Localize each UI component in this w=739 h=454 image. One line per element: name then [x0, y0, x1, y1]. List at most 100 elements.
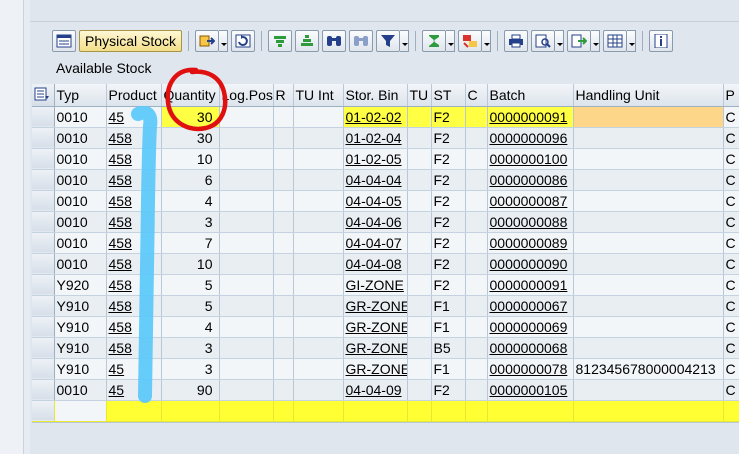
- row-selector[interactable]: [32, 190, 55, 212]
- row-selector[interactable]: [32, 274, 55, 296]
- empty-cell[interactable]: [407, 400, 432, 422]
- cell-stor-bin[interactable]: GI-ZONE: [343, 274, 408, 296]
- cell-stor-bin[interactable]: GR-ZONE: [343, 358, 408, 380]
- subtotal-button[interactable]: [458, 30, 483, 52]
- table-row[interactable]: Y910 458 4 GR-ZONE F1 0000000069 C: [32, 316, 739, 338]
- print-preview-button[interactable]: [531, 30, 556, 52]
- table-row[interactable]: Y910 458 3 GR-ZONE B5 0000000068 C: [32, 337, 739, 359]
- cell-product[interactable]: 458: [106, 337, 162, 359]
- row-selector[interactable]: [32, 127, 55, 149]
- table-row[interactable]: 0010 458 4 04-04-05 F2 0000000087 C: [32, 190, 739, 212]
- export-button[interactable]: [195, 30, 220, 52]
- cell-batch[interactable]: 0000000096: [487, 127, 574, 149]
- empty-cell[interactable]: [293, 400, 344, 422]
- cell-batch[interactable]: 0000000088: [487, 211, 574, 233]
- cell-product[interactable]: 458: [106, 211, 162, 233]
- cell-stor-bin[interactable]: 01-02-05: [343, 148, 408, 170]
- layout-button[interactable]: [52, 30, 76, 52]
- row-selector[interactable]: [32, 316, 55, 338]
- cell-product[interactable]: 458: [106, 169, 162, 191]
- cell-stor-bin[interactable]: 01-02-02: [343, 106, 408, 128]
- cell-stor-bin[interactable]: GR-ZONE: [343, 337, 408, 359]
- empty-cell[interactable]: [465, 400, 488, 422]
- filter-button[interactable]: [376, 30, 401, 52]
- col-header-product[interactable]: Product: [106, 84, 162, 107]
- cell-stor-bin[interactable]: 04-04-04: [343, 169, 408, 191]
- col-header-stor-bin[interactable]: Stor. Bin: [343, 84, 408, 107]
- cell-batch[interactable]: 0000000067: [487, 295, 574, 317]
- table-row[interactable]: 0010 458 7 04-04-07 F2 0000000089 C: [32, 232, 739, 254]
- table-row[interactable]: Y920 458 5 GI-ZONE F2 0000000091 C: [32, 274, 739, 296]
- col-header-tu[interactable]: TU: [407, 84, 432, 107]
- row-selector[interactable]: [32, 253, 55, 275]
- cell-batch[interactable]: 0000000089: [487, 232, 574, 254]
- empty-cell[interactable]: [343, 400, 408, 422]
- cell-product[interactable]: 45: [106, 106, 162, 128]
- print-button[interactable]: [504, 30, 529, 52]
- table-row[interactable]: 0010 458 6 04-04-04 F2 0000000086 C: [32, 169, 739, 191]
- print-preview-dropdown[interactable]: [555, 30, 565, 52]
- table-row-empty[interactable]: [32, 400, 739, 422]
- cell-product[interactable]: 45: [106, 379, 162, 401]
- table-row[interactable]: Y910 45 3 GR-ZONE F1 0000000078 81234567800000…: [32, 358, 739, 380]
- cell-batch[interactable]: 0000000069: [487, 316, 574, 338]
- sort-ascending-button[interactable]: [268, 30, 293, 52]
- filter-dropdown[interactable]: [400, 30, 410, 52]
- cell-stor-bin[interactable]: GR-ZONE: [343, 316, 408, 338]
- col-header-quantity[interactable]: Quantity: [161, 84, 220, 107]
- cell-batch[interactable]: 0000000068: [487, 337, 574, 359]
- cell-batch[interactable]: 0000000090: [487, 253, 574, 275]
- table-row[interactable]: 0010 458 30 01-02-04 F2 0000000096 C: [32, 127, 739, 149]
- col-header-typ[interactable]: Typ: [54, 84, 107, 107]
- col-header-handling-unit[interactable]: Handling Unit: [573, 84, 724, 107]
- change-layout-button[interactable]: [603, 30, 628, 52]
- empty-cell[interactable]: [219, 400, 274, 422]
- row-selector[interactable]: [32, 379, 55, 401]
- row-selector[interactable]: [32, 106, 55, 128]
- cell-product[interactable]: 458: [106, 127, 162, 149]
- col-header-tu-int[interactable]: TU Int: [293, 84, 344, 107]
- col-header-st[interactable]: ST: [431, 84, 466, 107]
- cell-product[interactable]: 458: [106, 190, 162, 212]
- cell-stor-bin[interactable]: 04-04-09: [343, 379, 408, 401]
- row-selector[interactable]: [32, 148, 55, 170]
- export-file-dropdown[interactable]: [591, 30, 601, 52]
- cell-product[interactable]: 458: [106, 253, 162, 275]
- table-row[interactable]: 0010 45 30 01-02-02 F2 0000000091 C: [32, 106, 739, 128]
- row-selector[interactable]: [32, 232, 55, 254]
- col-header-batch[interactable]: Batch: [487, 84, 574, 107]
- table-row[interactable]: 0010 458 3 04-04-06 F2 0000000088 C: [32, 211, 739, 233]
- empty-cell[interactable]: [431, 400, 466, 422]
- export-file-button[interactable]: [567, 30, 592, 52]
- table-row[interactable]: Y910 458 5 GR-ZONE F1 0000000067 C: [32, 295, 739, 317]
- cell-batch[interactable]: 0000000105: [487, 379, 574, 401]
- find-next-button[interactable]: [349, 30, 374, 52]
- find-button[interactable]: [322, 30, 347, 52]
- cell-product[interactable]: 45: [106, 358, 162, 380]
- grid-settings-cell[interactable]: [32, 84, 55, 107]
- empty-cell[interactable]: [106, 400, 162, 422]
- info-button[interactable]: [649, 30, 674, 52]
- cell-batch[interactable]: 0000000086: [487, 169, 574, 191]
- cell-stor-bin[interactable]: 04-04-06: [343, 211, 408, 233]
- cell-batch[interactable]: 0000000091: [487, 106, 574, 128]
- row-selector[interactable]: [32, 295, 55, 317]
- empty-cell[interactable]: [573, 400, 724, 422]
- col-header-r[interactable]: R: [273, 84, 294, 107]
- cell-stor-bin[interactable]: 04-04-08: [343, 253, 408, 275]
- table-row[interactable]: 0010 45 90 04-04-09 F2 0000000105 C: [32, 379, 739, 401]
- table-row[interactable]: 0010 458 10 01-02-05 F2 0000000100 C: [32, 148, 739, 170]
- sum-dropdown[interactable]: [446, 30, 456, 52]
- cell-stor-bin[interactable]: 01-02-04: [343, 127, 408, 149]
- cell-product[interactable]: 458: [106, 232, 162, 254]
- row-selector[interactable]: [32, 400, 55, 422]
- refresh-button[interactable]: [231, 30, 256, 52]
- cell-product[interactable]: 458: [106, 316, 162, 338]
- cell-stor-bin[interactable]: GR-ZONE: [343, 295, 408, 317]
- cell-stor-bin[interactable]: 04-04-07: [343, 232, 408, 254]
- subtotal-dropdown[interactable]: [482, 30, 492, 52]
- row-selector[interactable]: [32, 169, 55, 191]
- cell-stor-bin[interactable]: 04-04-05: [343, 190, 408, 212]
- row-selector[interactable]: [32, 337, 55, 359]
- table-row[interactable]: 0010 458 10 04-04-08 F2 0000000090 C: [32, 253, 739, 275]
